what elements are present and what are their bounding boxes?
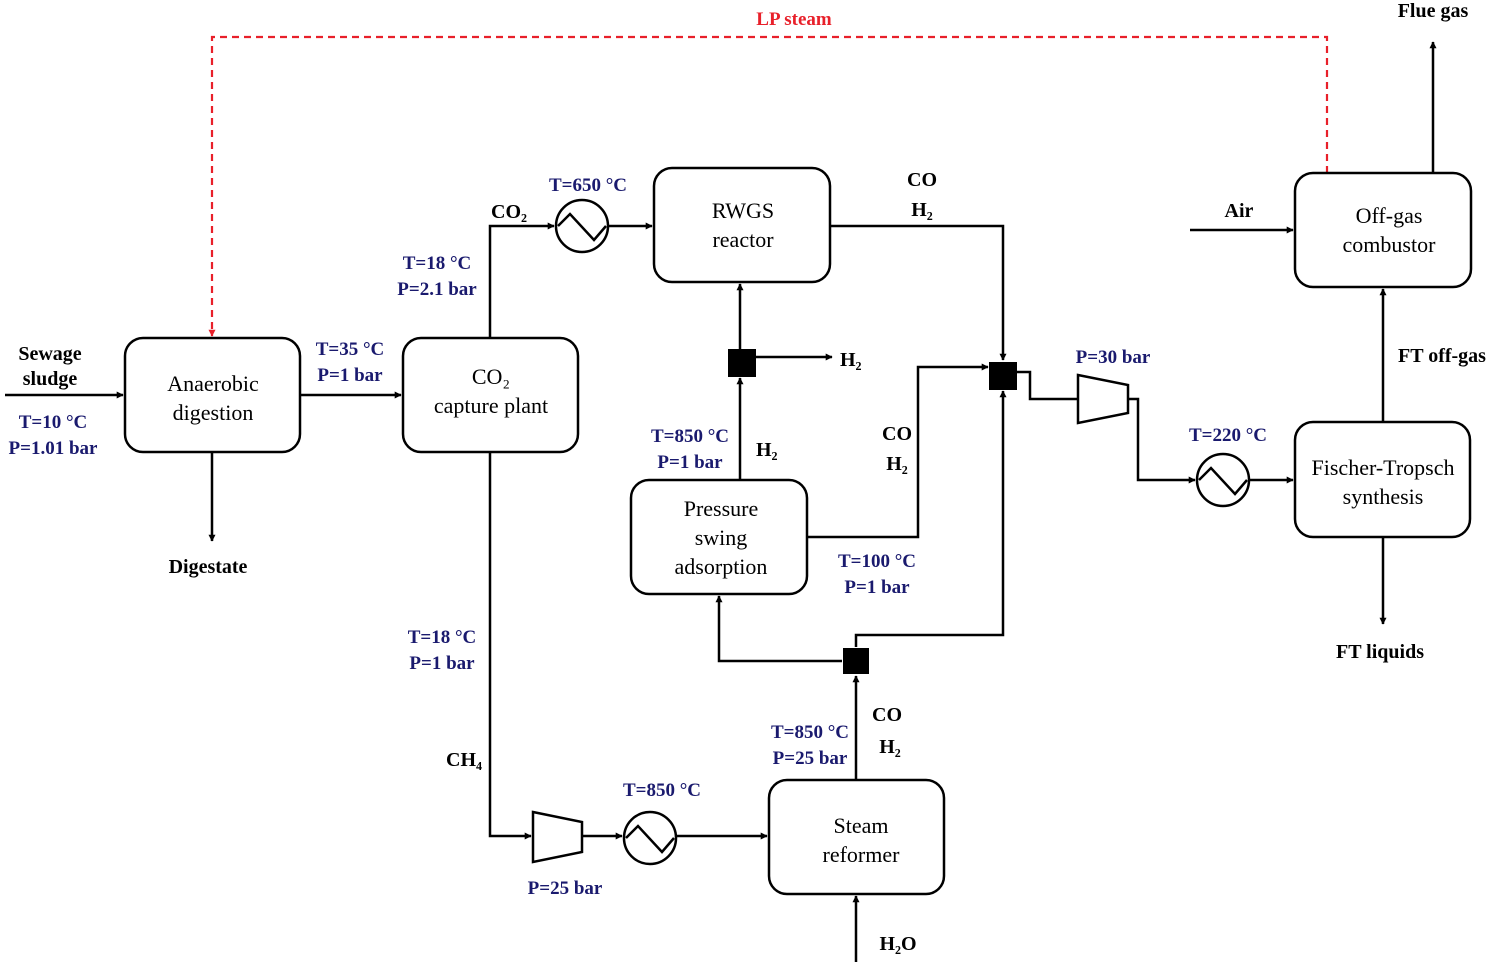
stream-label: H₂	[840, 349, 862, 371]
psa-syngas-stream	[807, 363, 989, 539]
rwgs-out-stream	[830, 224, 1007, 361]
stream-label: Sewage	[18, 343, 81, 365]
syngas-bypass-stream	[854, 390, 1007, 647]
heat-exchanger-icon	[1195, 452, 1251, 508]
condition-label: T=18 °C	[403, 253, 472, 274]
stream-label: CH₄	[446, 749, 482, 771]
co2-stream	[488, 222, 555, 338]
stream-label: FT liquids	[1336, 641, 1424, 663]
stream-label: H₂O	[879, 933, 916, 955]
condition-label: T=220 °C	[1189, 425, 1267, 446]
unit-label: Anaerobic	[167, 371, 259, 396]
heat-exchanger-icon	[622, 810, 678, 866]
condition-label: T=850 °C	[771, 722, 849, 743]
stream-label: H₂	[879, 736, 901, 758]
unit-label: CO₂	[472, 364, 510, 389]
ch4-stream	[488, 452, 532, 840]
unit-label: synthesis	[1343, 484, 1424, 509]
stream-label: CO	[907, 169, 937, 191]
condition-label: T=10 °C	[19, 412, 88, 433]
stream-label: Flue gas	[1398, 0, 1469, 22]
condition-label: P=25 bar	[773, 748, 848, 769]
unit-fischer-tropsch: Fischer-Tropsch synthesis	[1293, 420, 1472, 539]
condition-label: T=850 °C	[623, 780, 701, 801]
unit-label: Steam	[834, 813, 889, 838]
unit-rwgs-reactor: RWGS reactor	[652, 166, 832, 284]
stream-label: sludge	[23, 368, 78, 390]
unit-label: swing	[695, 525, 748, 550]
stream-label: CO	[872, 704, 902, 726]
stream-label: Air	[1225, 200, 1254, 222]
unit-label: reformer	[823, 842, 901, 867]
stream-label: H₂	[886, 453, 908, 475]
unit-label: Fischer-Tropsch	[1312, 455, 1455, 480]
unit-label: combustor	[1343, 232, 1437, 257]
unit-offgas-combustor: Off-gas combustor	[1293, 171, 1473, 289]
unit-co2-capture: CO₂ capture plant	[401, 336, 580, 454]
condition-label: P=30 bar	[1076, 347, 1151, 368]
condition-label: T=35 °C	[316, 339, 385, 360]
condition-label: P=1 bar	[409, 653, 475, 674]
unit-label: adsorption	[675, 554, 768, 579]
mixer-sr-split	[843, 648, 869, 674]
condition-label: T=850 °C	[651, 426, 729, 447]
stream-label: FT off-gas	[1398, 345, 1486, 367]
condition-label: T=650 °C	[549, 175, 627, 196]
unit-psa: Pressure swing adsorption	[629, 478, 809, 596]
process-flow-diagram: marker path{} Anaerobic digestion CO₂ ca…	[5, 0, 1486, 962]
condition-label: P=2.1 bar	[397, 279, 477, 300]
unit-steam-reformer: Steam reformer	[767, 778, 946, 896]
condition-label: P=25 bar	[528, 878, 603, 899]
unit-label: Off-gas	[1356, 203, 1423, 228]
unit-anaerobic-digestion: Anaerobic digestion	[123, 336, 302, 454]
stream-label: CO	[882, 423, 912, 445]
condition-label: P=1 bar	[317, 365, 383, 386]
stream-label: CO₂	[491, 201, 527, 223]
heat-exchanger-icon	[554, 198, 610, 254]
unit-label: RWGS	[712, 198, 774, 223]
unit-label: Pressure	[684, 496, 759, 521]
condition-label: T=18 °C	[408, 627, 477, 648]
syngas-to-psa-stream	[715, 595, 842, 663]
condition-label: T=100 °C	[838, 551, 916, 572]
condition-label: P=1 bar	[657, 452, 723, 473]
syngas-compressed-stream	[1128, 397, 1196, 484]
compressor-icon	[531, 810, 584, 864]
stream-label: Digestate	[169, 556, 248, 578]
stream-label: H₂	[756, 439, 778, 461]
lp-steam-label: LP steam	[756, 9, 832, 30]
unit-label: reactor	[712, 227, 774, 252]
condition-label: P=1.01 bar	[9, 438, 98, 459]
syngas-to-compressor-stream	[1017, 370, 1078, 401]
condition-label: P=1 bar	[844, 577, 910, 598]
compressor-icon	[1076, 373, 1130, 425]
stream-label: H₂	[911, 199, 933, 221]
mixer-h2-split	[728, 349, 756, 377]
unit-label: digestion	[173, 400, 254, 425]
mixer-syngas	[989, 362, 1017, 390]
unit-label: capture plant	[434, 393, 548, 418]
